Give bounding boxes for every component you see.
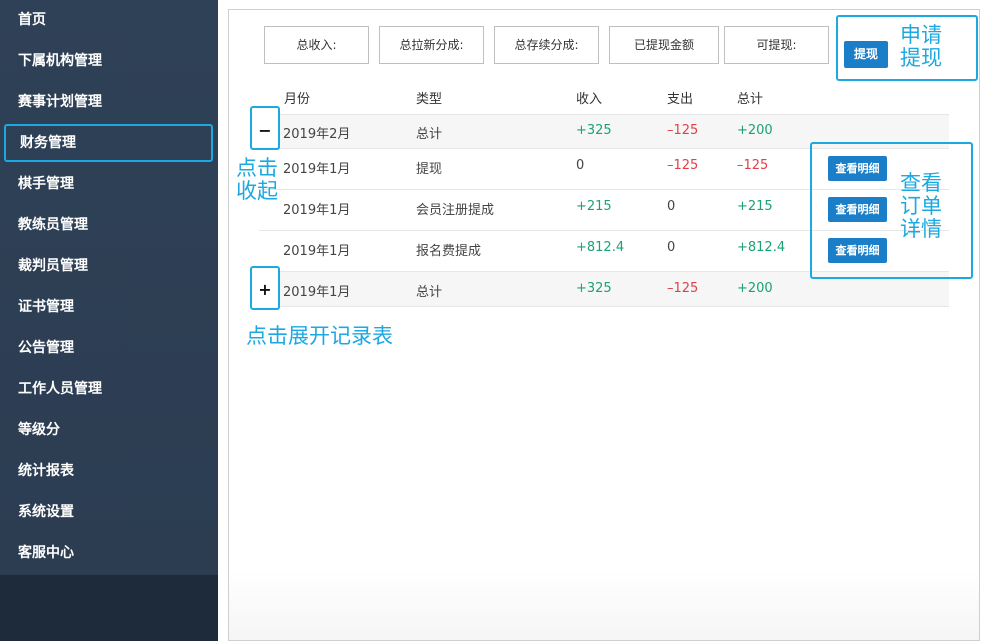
stat-withdrawn: 已提现金额 — [609, 26, 719, 64]
sidebar-item-support[interactable]: 客服中心 — [0, 533, 218, 574]
row-income: +812.4 — [576, 240, 625, 255]
sidebar-item-reports[interactable]: 统计报表 — [0, 451, 218, 492]
row-income: 0 — [576, 158, 585, 173]
row-income: +215 — [576, 199, 612, 214]
sidebar-item-players[interactable]: 棋手管理 — [0, 164, 218, 205]
view-detail-button[interactable]: 查看明细 — [828, 156, 887, 181]
row-income: +325 — [576, 123, 612, 138]
expand-button[interactable]: + — [250, 266, 280, 310]
row-total: +200 — [737, 281, 773, 296]
row-income: +325 — [576, 281, 612, 296]
sidebar-item-coaches[interactable]: 教练员管理 — [0, 205, 218, 246]
view-detail-button[interactable]: 查看明细 — [828, 197, 887, 222]
withdraw-button[interactable]: 提现 — [844, 41, 888, 68]
row-total: +200 — [737, 123, 773, 138]
header-month: 月份 — [284, 92, 311, 107]
row-month: 2019年1月 — [283, 244, 351, 259]
stat-total-income: 总收入: — [264, 26, 369, 64]
row-month: 2019年1月 — [283, 285, 351, 300]
row-expense: 0 — [667, 199, 676, 214]
collapse-button[interactable]: − — [250, 106, 280, 150]
stat-withdrawable: 可提现: — [724, 26, 829, 64]
sidebar-item-staff[interactable]: 工作人员管理 — [0, 369, 218, 410]
header-type: 类型 — [416, 92, 443, 107]
sidebar-item-sub-orgs[interactable]: 下属机构管理 — [0, 41, 218, 82]
view-detail-button[interactable]: 查看明细 — [828, 238, 887, 263]
row-expense: –125 — [667, 123, 699, 138]
row-total: +215 — [737, 199, 773, 214]
row-type: 报名费提成 — [416, 244, 482, 259]
row-total: +812.4 — [737, 240, 786, 255]
sidebar-item-settings[interactable]: 系统设置 — [0, 492, 218, 533]
row-expense: 0 — [667, 240, 676, 255]
row-expense: –125 — [667, 158, 699, 173]
sidebar-item-announcements[interactable]: 公告管理 — [0, 328, 218, 369]
annotation-view-order: 查看 订单 详情 — [900, 171, 942, 241]
row-type: 提现 — [416, 162, 443, 177]
row-month: 2019年2月 — [283, 127, 351, 142]
sidebar-item-home[interactable]: 首页 — [0, 0, 218, 41]
annotation-click-collapse: 点击 收起 — [236, 156, 278, 203]
row-total: –125 — [737, 158, 769, 173]
sidebar-item-certificates[interactable]: 证书管理 — [0, 287, 218, 328]
row-type: 总计 — [416, 285, 443, 300]
annotation-click-expand: 点击展开记录表 — [246, 324, 393, 348]
stat-renew-share: 总存续分成: — [494, 26, 599, 64]
header-expense: 支出 — [667, 92, 694, 107]
row-type: 会员注册提成 — [416, 203, 495, 218]
header-total: 总计 — [737, 92, 764, 107]
row-month: 2019年1月 — [283, 203, 351, 218]
row-expense: –125 — [667, 281, 699, 296]
sidebar-item-referees[interactable]: 裁判员管理 — [0, 246, 218, 287]
sidebar-item-finance[interactable]: 财务管理 — [4, 124, 213, 162]
stat-new-share: 总拉新分成: — [379, 26, 484, 64]
sidebar-item-rating[interactable]: 等级分 — [0, 410, 218, 451]
annotation-apply-withdraw: 申请 提现 — [900, 23, 942, 70]
sidebar-item-event-plans[interactable]: 赛事计划管理 — [0, 82, 218, 123]
header-income: 收入 — [576, 92, 603, 107]
row-type: 总计 — [416, 127, 443, 142]
row-month: 2019年1月 — [283, 162, 351, 177]
sidebar: 首页 下属机构管理 赛事计划管理 财务管理 棋手管理 教练员管理 裁判员管理 证… — [0, 0, 218, 641]
